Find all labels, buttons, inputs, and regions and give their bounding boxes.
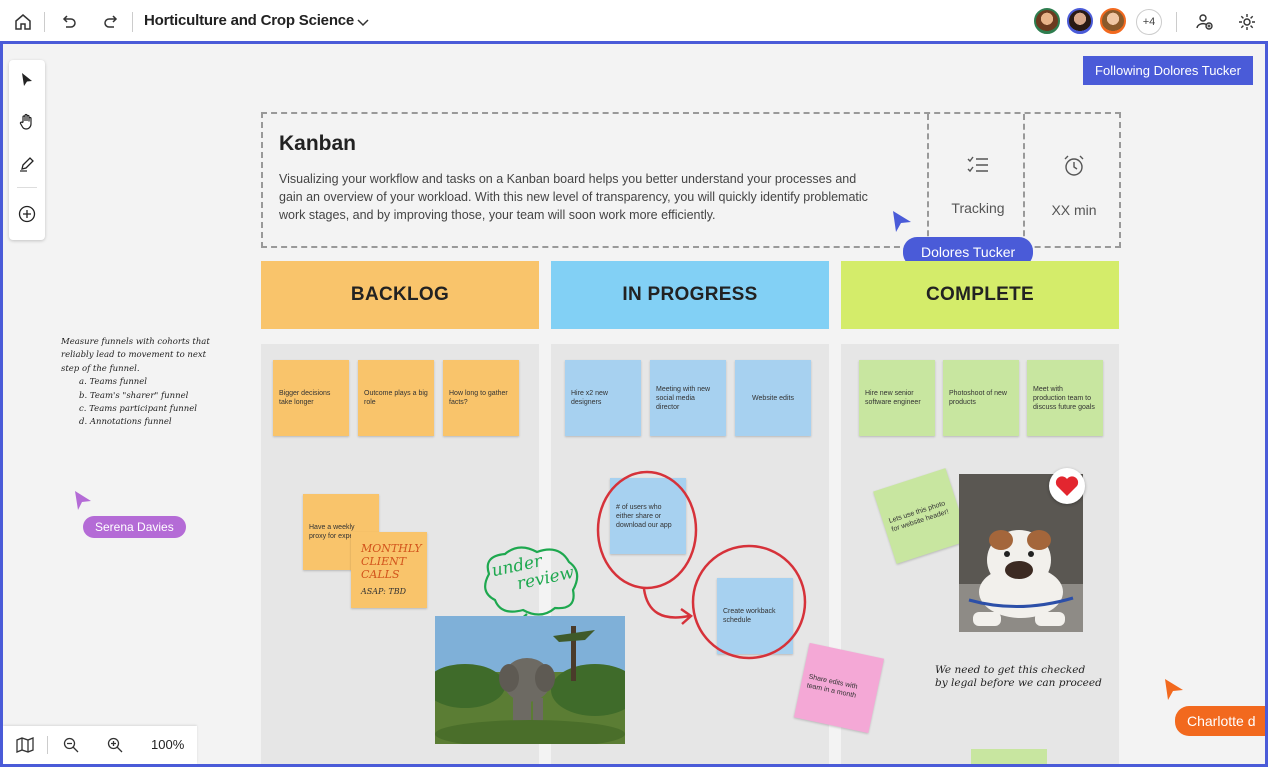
board-title[interactable]: Horticulture and Crop Science [144, 12, 354, 29]
divider [132, 12, 133, 32]
map-icon[interactable] [13, 734, 37, 756]
handwritten-text: We need to get this checked [935, 664, 1086, 676]
zoom-bar: 100% [3, 726, 197, 764]
collaborator-avatar[interactable] [1100, 8, 1126, 34]
sticky-note[interactable]: How long to gather facts? [443, 360, 519, 436]
handwritten-caption: We need to get this checked by legal bef… [935, 664, 1102, 690]
kanban-title: Kanban [279, 132, 357, 155]
sticky-note[interactable]: Meeting with new social media director [650, 360, 726, 436]
elephant-photo[interactable] [435, 616, 625, 744]
zoom-in-icon[interactable] [103, 734, 127, 756]
collaborator-tag-serena: Serena Davies [83, 516, 186, 538]
column-header-complete[interactable]: COMPLETE [841, 261, 1119, 329]
divider [47, 736, 48, 754]
handwritten-text: Measure funnels with cohorts that [61, 337, 210, 347]
tool-palette [9, 60, 45, 240]
sticky-note[interactable]: Outcome plays a big role [358, 360, 434, 436]
collaborator-tag-charlotte: Charlotte d [1175, 706, 1265, 736]
sticky-note[interactable]: Hire new senior software engineer [859, 360, 935, 436]
handwritten-text: d. Annotations funnel [79, 417, 172, 428]
handwritten-sticky-note[interactable]: MONTHLY CLIENT CALLS ASAP: TBD [351, 532, 427, 608]
kanban-description: Visualizing your workflow and tasks on a… [279, 172, 868, 222]
share-people-icon[interactable] [1192, 9, 1218, 35]
collaborator-avatar[interactable] [1067, 8, 1093, 34]
tracking-label: Tracking [951, 200, 1005, 216]
sticky-note[interactable]: Meet with production team to discuss fut… [1027, 360, 1103, 436]
tracking-cell[interactable]: Tracking [931, 114, 1025, 246]
handwritten-text: step of the funnel. [61, 363, 140, 374]
timer-cell[interactable]: XX min [1027, 114, 1121, 246]
divider [44, 12, 45, 32]
handwritten-text: by legal before we can proceed [935, 677, 1102, 689]
hand-pan-icon[interactable] [9, 104, 45, 140]
checklist-icon [966, 154, 990, 182]
undo-icon[interactable] [56, 9, 82, 35]
handwritten-text: b. Team's "sharer" funnel [79, 390, 189, 401]
handwritten-text: reliably lead to movement to next [61, 350, 207, 361]
column-header-backlog[interactable]: BACKLOG [261, 261, 539, 329]
zoom-level[interactable]: 100% [151, 737, 184, 752]
whiteboard-canvas[interactable]: Following Dolores Tucker Kanban Visualiz… [0, 44, 1268, 767]
handwritten-text: MONTHLY [361, 542, 422, 555]
redo-icon[interactable] [98, 9, 124, 35]
handwritten-text: a. Teams funnel [79, 377, 148, 388]
alarm-clock-icon [1062, 154, 1086, 184]
sticky-note[interactable]: Photoshoot of new products [943, 360, 1019, 436]
more-collaborators-badge[interactable]: +4 [1136, 9, 1162, 35]
handwritten-side-note[interactable]: Measure funnels with cohorts that reliab… [61, 336, 210, 430]
handwritten-text: CLIENT [361, 555, 407, 568]
heart-reaction-icon[interactable] [1049, 468, 1085, 504]
zoom-out-icon[interactable] [59, 734, 83, 756]
kanban-header-panel: Kanban Visualizing your workflow and tas… [261, 112, 1121, 248]
collaborator-avatar[interactable] [1034, 8, 1060, 34]
column-header-in-progress[interactable]: IN PROGRESS [551, 261, 829, 329]
gear-icon[interactable] [1234, 9, 1260, 35]
add-icon[interactable] [9, 196, 45, 232]
handwritten-text: ASAP: TBD [361, 587, 406, 596]
following-button[interactable]: Following Dolores Tucker [1083, 56, 1253, 85]
top-bar: Horticulture and Crop Science +4 [0, 0, 1268, 44]
time-label: XX min [1051, 202, 1097, 218]
handwritten-text: CALLS [361, 568, 400, 581]
divider [1023, 114, 1025, 246]
pen-icon[interactable] [9, 146, 45, 182]
sticky-note[interactable] [971, 749, 1047, 764]
sticky-note[interactable]: Website edits [735, 360, 811, 436]
handwritten-text: c. Teams participant funnel [79, 404, 197, 415]
sticky-note[interactable]: Hire x2 new designers [565, 360, 641, 436]
sticky-note[interactable]: Bigger decisions take longer [273, 360, 349, 436]
chevron-down-icon[interactable] [350, 9, 376, 35]
select-pointer-icon[interactable] [9, 62, 45, 98]
divider [1176, 12, 1177, 32]
divider [927, 114, 929, 246]
divider [17, 187, 37, 188]
home-icon[interactable] [10, 9, 36, 35]
